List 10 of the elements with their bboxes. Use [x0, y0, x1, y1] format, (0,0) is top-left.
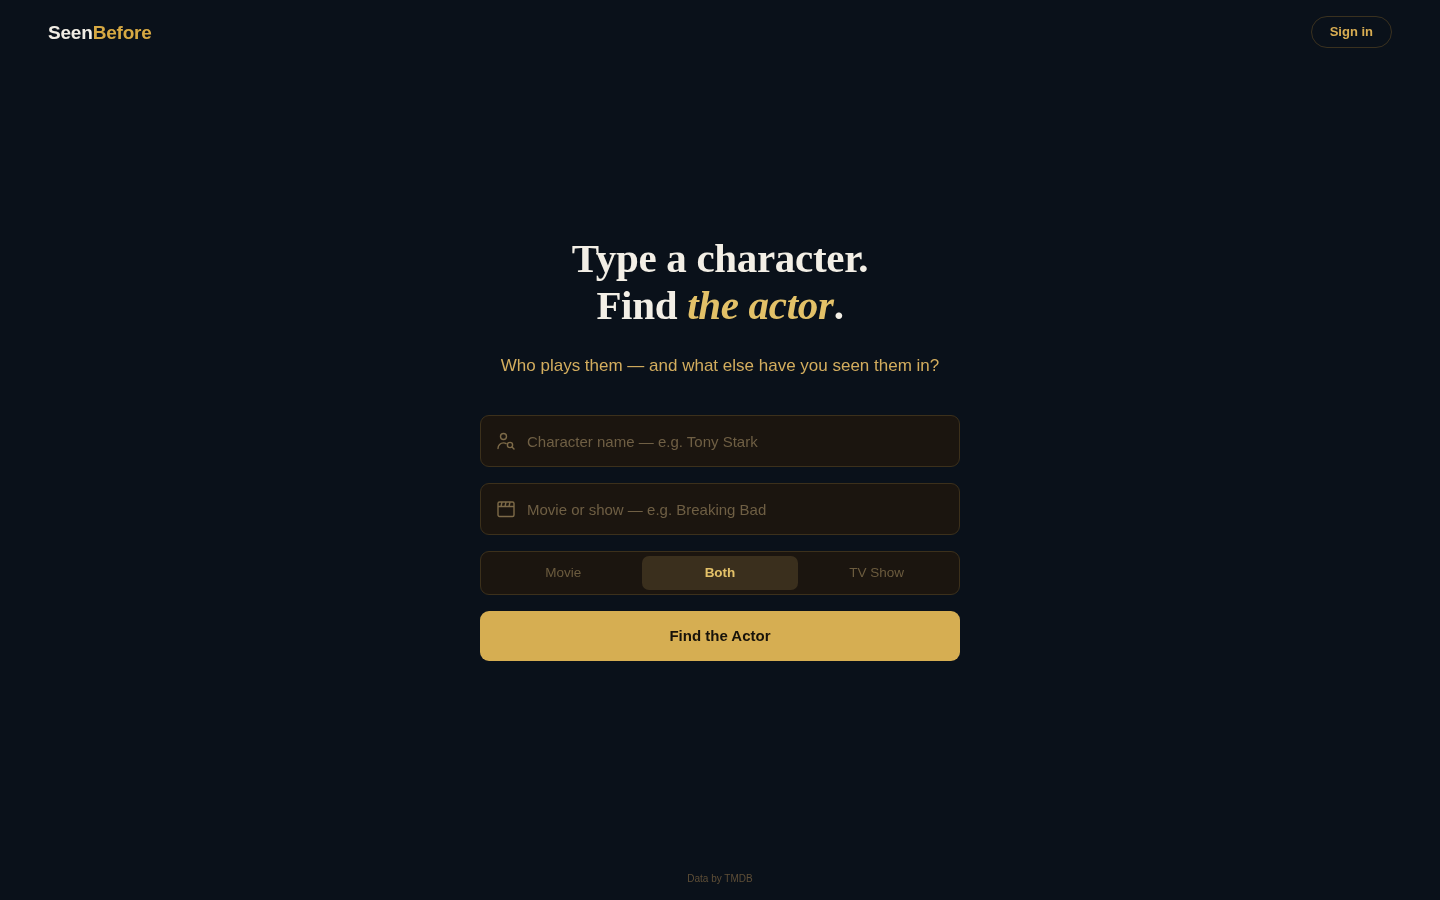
title-field[interactable]: Movie or show — e.g. Breaking Bad [480, 483, 960, 536]
clapperboard-icon [497, 500, 515, 519]
person-search-icon [497, 432, 515, 451]
character-name-field[interactable]: Character name — e.g. Tony Stark [480, 415, 960, 468]
media-type-tab[interactable]: Both [641, 556, 799, 591]
data-credit: Data by TMDB [687, 871, 753, 886]
find-actor-button[interactable]: Find the Actor [480, 611, 960, 662]
headline: Type a character. Find the actor. [570, 234, 870, 329]
subtitle: Who plays them — and what else have you seen them in? [499, 354, 941, 377]
brand-logo[interactable]: SeenBefore [48, 22, 152, 42]
